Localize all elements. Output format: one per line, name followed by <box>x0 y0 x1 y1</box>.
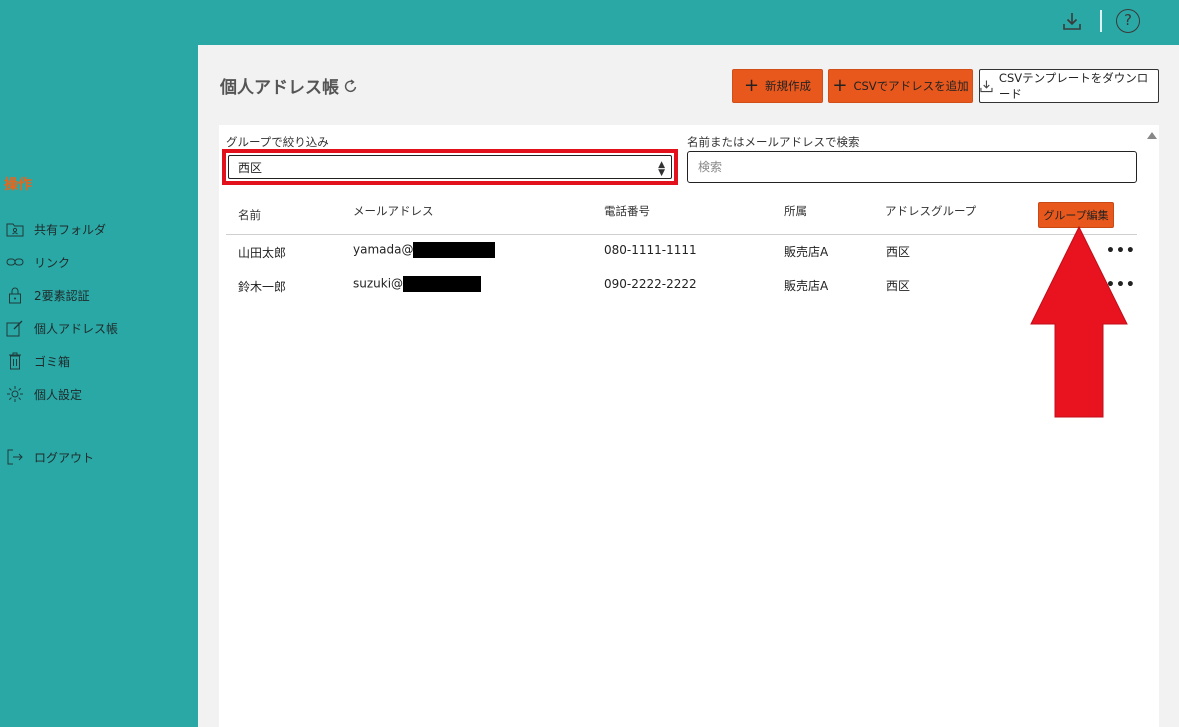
sidebar-heading: 操作 <box>4 177 32 193</box>
group-filter-highlight: 西区 ▲ ▼ <box>222 149 678 185</box>
scrollbar-up-arrow[interactable] <box>1147 132 1157 139</box>
trash-icon <box>6 352 24 370</box>
page-title-text: 個人アドレス帳 <box>220 78 339 98</box>
sidebar-item-label: 2要素認証 <box>34 288 90 303</box>
row-1-phone: 080-1111-1111 <box>604 243 697 257</box>
lock-icon <box>6 286 24 304</box>
group-filter-label: グループで絞り込み <box>226 135 329 149</box>
group-filter-select[interactable]: 西区 ▲ ▼ <box>228 155 672 179</box>
sidebar-item-label: ゴミ箱 <box>34 354 71 369</box>
column-header-address-group: アドレスグループ <box>885 204 977 218</box>
row-1-email: yamada@ <box>353 242 496 258</box>
download-icon[interactable] <box>1061 10 1083 32</box>
sidebar-item-address-book[interactable]: 個人アドレス帳 <box>6 317 118 339</box>
row-2-email: suzuki@ <box>353 276 482 292</box>
sidebar-item-link[interactable]: リンク <box>6 251 70 273</box>
download-icon <box>980 80 993 93</box>
column-header-affiliation: 所属 <box>784 204 807 218</box>
csv-template-button-label: CSVテンプレートをダウンロード <box>998 71 1149 101</box>
column-header-name: 名前 <box>238 208 261 222</box>
sidebar-item-2fa[interactable]: 2要素認証 <box>6 284 90 306</box>
top-bar: ? <box>0 0 1179 45</box>
csv-add-button[interactable]: + CSVでアドレスを追加 <box>828 69 973 103</box>
page-title: 個人アドレス帳 <box>220 73 359 98</box>
plus-icon: + <box>832 75 848 96</box>
search-input[interactable] <box>687 151 1137 183</box>
sidebar-item-label: 共有フォルダ <box>34 222 107 237</box>
group-edit-button[interactable]: グループ編集 <box>1038 202 1114 228</box>
row-1-group: 西区 <box>886 245 911 259</box>
row-2-affiliation: 販売店A <box>784 279 829 293</box>
sidebar-item-label: リンク <box>34 255 71 270</box>
row-1-affiliation: 販売店A <box>784 245 829 259</box>
link-icon <box>6 253 24 271</box>
csv-template-download-button[interactable]: CSVテンプレートをダウンロード <box>979 69 1159 103</box>
address-list-card: グループで絞り込み 名前またはメールアドレスで検索 西区 ▲▼ 名前 メールアド… <box>219 125 1159 727</box>
sidebar-item-label: 個人設定 <box>34 387 83 402</box>
sidebar-item-trash[interactable]: ゴミ箱 <box>6 350 70 372</box>
sidebar-item-label: ログアウト <box>34 450 95 465</box>
help-icon[interactable]: ? <box>1116 9 1140 33</box>
redaction-box <box>403 276 482 292</box>
email-text: suzuki@ <box>353 276 404 291</box>
header-divider <box>226 234 1137 235</box>
gear-icon <box>6 385 24 403</box>
sidebar-item-shared-folder[interactable]: 共有フォルダ <box>6 218 106 240</box>
edit-icon <box>6 319 24 337</box>
row-1-name: 山田太郎 <box>238 246 287 260</box>
csv-add-button-label: CSVでアドレスを追加 <box>853 79 969 93</box>
shared-folder-icon <box>6 220 24 238</box>
sidebar-item-logout[interactable]: ログアウト <box>6 446 94 468</box>
email-text: yamada@ <box>353 242 414 257</box>
group-filter-value: 西区 <box>238 160 263 175</box>
topbar-divider <box>1100 10 1102 32</box>
refresh-icon[interactable] <box>343 78 359 94</box>
new-button-label: 新規作成 <box>765 79 812 93</box>
new-button[interactable]: + 新規作成 <box>732 69 823 103</box>
row-2-name: 鈴木一郎 <box>238 280 287 294</box>
row-2-phone: 090-2222-2222 <box>604 277 697 291</box>
annotation-arrow <box>1030 226 1128 418</box>
logout-icon <box>6 448 24 466</box>
redaction-box <box>413 242 496 258</box>
updown-arrow-icon: ▲ ▼ <box>658 160 665 178</box>
search-label: 名前またはメールアドレスで検索 <box>687 135 860 149</box>
column-header-email: メールアドレス <box>353 204 434 218</box>
column-header-phone: 電話番号 <box>604 204 650 218</box>
sidebar-item-settings[interactable]: 個人設定 <box>6 383 82 405</box>
row-2-group: 西区 <box>886 279 911 293</box>
plus-icon: + <box>743 75 760 96</box>
sidebar-item-label: 個人アドレス帳 <box>34 321 119 336</box>
